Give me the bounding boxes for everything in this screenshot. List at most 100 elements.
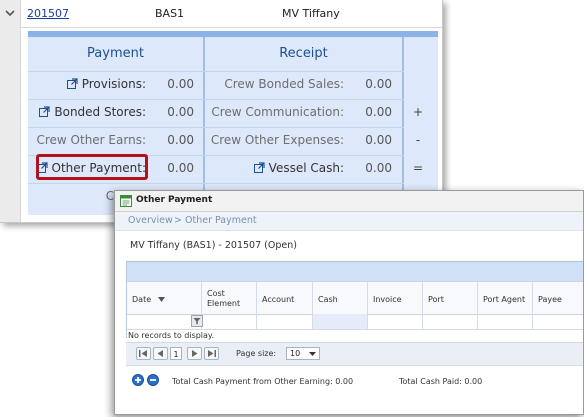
page-number-button[interactable]: 1 — [170, 347, 182, 360]
column-header-date[interactable]: Date — [127, 282, 202, 314]
column-header-label: Invoice — [373, 295, 402, 304]
grid-pager: 1 Page size: 10 — [126, 342, 583, 366]
voyage-number-link[interactable]: 201507 — [27, 7, 69, 20]
next-page-icon — [192, 350, 198, 357]
vessel-cash-label: Vessel Cash: — [268, 161, 344, 175]
crew-bonded-sales-value: 0.00 — [365, 77, 392, 91]
grid-header-row: Date Cost Element Account Cash Invoice P… — [127, 281, 583, 315]
external-link-icon — [66, 78, 78, 89]
column-header-label: Cost Element — [207, 289, 241, 308]
filter-cell[interactable] — [368, 314, 423, 329]
remove-button[interactable] — [147, 374, 159, 386]
column-header-account[interactable]: Account — [257, 282, 313, 314]
vessel-name: MV Tiffany — [282, 7, 340, 20]
voyage-row: 201507 BAS1 MV Tiffany — [21, 0, 442, 28]
grid-group-panel — [127, 261, 583, 281]
last-page-button[interactable] — [204, 347, 219, 360]
window-icon — [120, 195, 132, 207]
first-page-icon — [139, 350, 147, 357]
chevron-down-icon[interactable] — [4, 7, 16, 19]
total-cash-paid: Total Cash Paid: 0.00 — [399, 377, 483, 386]
breadcrumb-separator: > — [174, 215, 182, 226]
receipt-title: Receipt — [279, 46, 328, 61]
breadcrumb-current: Other Payment — [185, 215, 257, 226]
breadcrumb-overview[interactable]: Overview — [128, 215, 173, 226]
crew-communication-label: Crew Communication: — [211, 105, 344, 119]
vessel-cash-link[interactable]: Vessel Cash: — [253, 161, 344, 175]
filter-cell[interactable] — [533, 314, 583, 329]
dialog-title: Other Payment — [136, 195, 213, 205]
dialog-title-bar[interactable]: Other Payment — [115, 191, 583, 212]
previous-page-button[interactable] — [153, 347, 168, 360]
filter-cell[interactable] — [423, 314, 478, 329]
crew-other-earns-label: Crew Other Earns: — [36, 133, 146, 147]
equals-operator: = — [412, 161, 424, 175]
dropdown-arrow-icon — [309, 352, 316, 356]
payment-title: Payment — [87, 46, 144, 61]
filter-cell[interactable] — [313, 314, 368, 329]
column-divider — [203, 37, 205, 215]
other-payment-value: 0.00 — [167, 161, 194, 175]
bonded-stores-link[interactable]: Bonded Stores: — [39, 105, 146, 119]
vessel-code: BAS1 — [155, 7, 185, 20]
total-cash-payment-other-earning: Total Cash Payment from Other Earning: 0… — [172, 377, 354, 386]
bonded-stores-label: Bonded Stores: — [54, 105, 146, 119]
row-divider — [28, 99, 404, 100]
sort-arrow-icon[interactable] — [158, 297, 165, 302]
plus-icon — [135, 377, 141, 383]
context-header: MV Tiffany (BAS1) - 201507 (Open) — [130, 240, 297, 251]
column-divider — [402, 37, 404, 215]
column-header-label: Port — [428, 295, 444, 304]
page-size-value: 10 — [290, 349, 301, 358]
other-payment-label: Other Payment: — [51, 161, 146, 175]
column-header-invoice[interactable]: Invoice — [368, 282, 423, 314]
dialog-footer: Total Cash Payment from Other Earning: 0… — [115, 371, 583, 391]
column-header-port[interactable]: Port — [423, 282, 478, 314]
row-expander[interactable] — [0, 0, 21, 222]
provisions-label: Provisions: — [81, 77, 146, 91]
add-button[interactable] — [132, 374, 144, 386]
row-divider — [28, 127, 404, 128]
external-link-icon — [253, 162, 265, 173]
other-payment-link[interactable]: Other Payment: — [36, 161, 146, 175]
crew-communication-value: 0.00 — [365, 105, 392, 119]
filter-cell[interactable] — [478, 314, 533, 329]
column-header-label: Port Agent — [483, 295, 526, 304]
breadcrumb: Overview > Other Payment — [115, 212, 583, 231]
grid-filter-row — [127, 314, 583, 330]
empty-grid-message: No records to display. — [128, 331, 215, 340]
minus-operator: - — [415, 133, 421, 147]
page-size-select[interactable]: 10 — [286, 347, 320, 360]
minus-icon — [150, 379, 156, 381]
row-divider — [28, 71, 404, 72]
column-header-label: Account — [262, 295, 295, 304]
page-size-label: Page size: — [236, 349, 277, 358]
crew-other-earns-value: 0.00 — [167, 133, 194, 147]
column-header-label: Cash — [318, 295, 338, 304]
next-page-button[interactable] — [187, 347, 202, 360]
column-header-payee[interactable]: Payee — [533, 282, 583, 314]
first-page-button[interactable] — [136, 347, 151, 360]
provisions-value: 0.00 — [167, 77, 194, 91]
last-page-icon — [208, 350, 216, 357]
column-header-label: Payee — [538, 295, 562, 304]
provisions-link[interactable]: Provisions: — [66, 77, 146, 91]
panel-header-strip — [28, 31, 438, 37]
column-header-port-agent[interactable]: Port Agent — [478, 282, 533, 314]
payments-grid: Date Cost Element Account Cash Invoice P… — [126, 261, 583, 340]
other-payment-dialog: Other Payment Overview > Other Payment M… — [114, 190, 584, 415]
column-header-cash[interactable]: Cash — [313, 282, 368, 314]
row-divider — [28, 183, 404, 184]
plus-operator: + — [412, 105, 424, 119]
previous-page-icon — [157, 350, 163, 357]
filter-cell[interactable] — [257, 314, 313, 329]
crew-other-expenses-label: Crew Other Expenses: — [210, 133, 344, 147]
crew-bonded-sales-label: Crew Bonded Sales: — [224, 77, 344, 91]
date-filter-cell[interactable] — [127, 314, 203, 329]
column-header-cost-element[interactable]: Cost Element — [202, 282, 257, 314]
filter-cell[interactable] — [202, 314, 257, 329]
bonded-stores-value: 0.00 — [167, 105, 194, 119]
vessel-cash-value: 0.00 — [365, 161, 392, 175]
external-link-icon — [36, 162, 48, 173]
external-link-icon — [39, 106, 50, 117]
